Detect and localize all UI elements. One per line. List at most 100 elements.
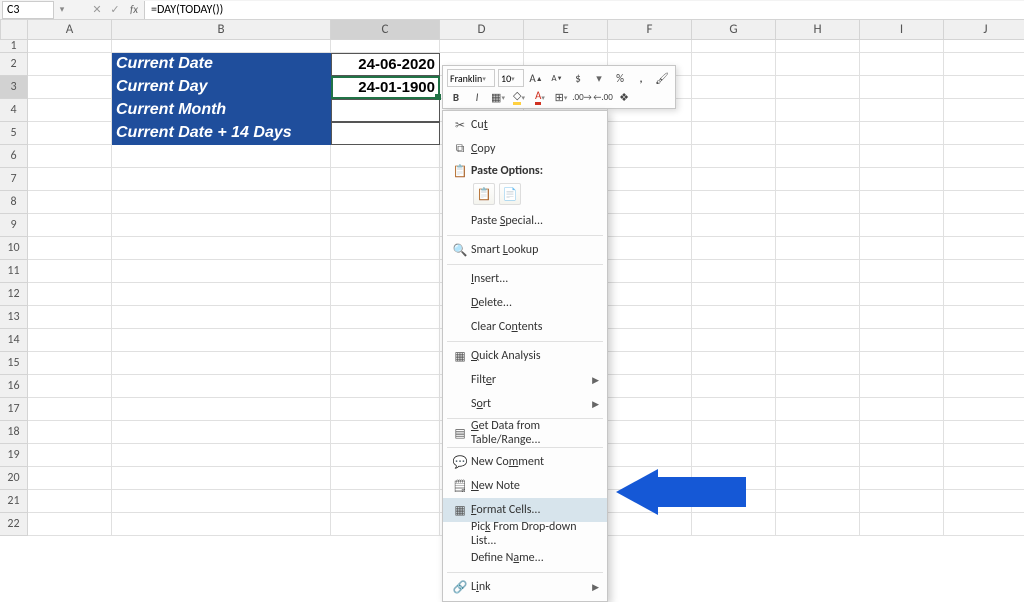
cell[interactable] [860, 191, 944, 214]
cell[interactable] [112, 306, 331, 329]
menu-new-note[interactable]: 🗒New Note [443, 474, 607, 498]
cell[interactable] [944, 467, 1024, 490]
cell[interactable] [331, 260, 440, 283]
row-header-7[interactable]: 7 [0, 168, 28, 191]
cell[interactable] [776, 283, 860, 306]
cell[interactable] [776, 490, 860, 513]
column-header-G[interactable]: G [692, 20, 776, 40]
cell[interactable] [944, 237, 1024, 260]
menu-define-name[interactable]: Define Name... [443, 546, 607, 570]
cell-C5[interactable] [331, 122, 440, 145]
increase-font-button[interactable]: A▲ [527, 70, 545, 86]
cell[interactable] [28, 283, 112, 306]
comma-format-button[interactable]: , [632, 70, 650, 86]
cell[interactable] [692, 122, 776, 145]
column-header-B[interactable]: B [112, 20, 331, 40]
menu-smart-lookup[interactable]: 🔍Smart Lookup [443, 238, 607, 262]
cell[interactable] [28, 260, 112, 283]
cell[interactable] [860, 513, 944, 536]
menu-pick-from-list[interactable]: Pick From Drop-down List... [443, 522, 607, 546]
cell[interactable] [776, 513, 860, 536]
cell[interactable] [944, 375, 1024, 398]
cell[interactable] [112, 237, 331, 260]
cell[interactable] [28, 99, 112, 122]
cell[interactable] [944, 444, 1024, 467]
cell[interactable] [608, 306, 692, 329]
cell[interactable] [692, 168, 776, 191]
fx-icon[interactable]: fx [124, 3, 144, 16]
fill-color-button[interactable]: ◇▾ [510, 89, 528, 105]
cell[interactable] [692, 375, 776, 398]
cell[interactable] [860, 283, 944, 306]
column-header-A[interactable]: A [28, 20, 112, 40]
cell[interactable] [331, 467, 440, 490]
cell[interactable] [692, 306, 776, 329]
cell[interactable] [860, 122, 944, 145]
cell[interactable] [860, 76, 944, 99]
row-header-3[interactable]: 3 [0, 76, 28, 99]
select-all-corner[interactable] [0, 20, 28, 40]
cell[interactable] [776, 398, 860, 421]
format-painter-icon[interactable]: 🖌 [653, 70, 671, 86]
cell[interactable] [112, 191, 331, 214]
cell[interactable] [944, 421, 1024, 444]
cell[interactable] [112, 513, 331, 536]
row-header-13[interactable]: 13 [0, 306, 28, 329]
cell[interactable] [860, 40, 944, 53]
row-header-6[interactable]: 6 [0, 145, 28, 168]
cell[interactable] [331, 145, 440, 168]
cell[interactable] [776, 40, 860, 53]
cell[interactable] [776, 214, 860, 237]
column-header-C[interactable]: C [331, 20, 440, 40]
cell[interactable] [692, 444, 776, 467]
row-header-2[interactable]: 2 [0, 53, 28, 76]
name-box[interactable]: C3 [2, 1, 54, 19]
cell[interactable] [776, 145, 860, 168]
cell[interactable] [776, 237, 860, 260]
cell[interactable] [608, 214, 692, 237]
cell[interactable] [28, 168, 112, 191]
cell[interactable] [944, 53, 1024, 76]
cell[interactable] [112, 444, 331, 467]
cell[interactable] [112, 421, 331, 444]
cell[interactable] [860, 375, 944, 398]
cell[interactable] [112, 467, 331, 490]
cell[interactable] [776, 168, 860, 191]
cell[interactable] [28, 53, 112, 76]
chevron-down-icon[interactable]: ▾ [590, 70, 608, 86]
accept-formula-icon[interactable]: ✓ [106, 3, 124, 16]
row-header-8[interactable]: 8 [0, 191, 28, 214]
cell[interactable] [944, 191, 1024, 214]
paste-values-button[interactable]: 📄 [499, 183, 521, 205]
cell[interactable] [331, 283, 440, 306]
cell[interactable] [28, 421, 112, 444]
cell[interactable] [331, 398, 440, 421]
cell[interactable] [28, 329, 112, 352]
cell[interactable] [692, 76, 776, 99]
cell[interactable] [28, 306, 112, 329]
cell[interactable] [776, 352, 860, 375]
cell[interactable] [331, 40, 440, 53]
decrease-font-button[interactable]: A▼ [548, 70, 566, 86]
cell[interactable] [944, 306, 1024, 329]
cell[interactable] [608, 398, 692, 421]
column-header-D[interactable]: D [440, 20, 524, 40]
cell[interactable] [692, 53, 776, 76]
formula-input[interactable]: =DAY(TODAY()) [144, 1, 1024, 19]
row-header-16[interactable]: 16 [0, 375, 28, 398]
cell[interactable] [112, 168, 331, 191]
cell[interactable] [776, 260, 860, 283]
row-header-20[interactable]: 20 [0, 467, 28, 490]
cell[interactable] [608, 283, 692, 306]
menu-quick-analysis[interactable]: ▦Quick Analysis [443, 344, 607, 368]
accounting-format-button[interactable]: $ [569, 70, 587, 86]
cell[interactable] [860, 260, 944, 283]
menu-delete[interactable]: Delete... [443, 291, 607, 315]
cell[interactable] [331, 444, 440, 467]
cell[interactable] [776, 53, 860, 76]
cell[interactable] [860, 444, 944, 467]
cell[interactable] [28, 467, 112, 490]
cell[interactable] [860, 99, 944, 122]
row-header-18[interactable]: 18 [0, 421, 28, 444]
cell[interactable] [692, 99, 776, 122]
